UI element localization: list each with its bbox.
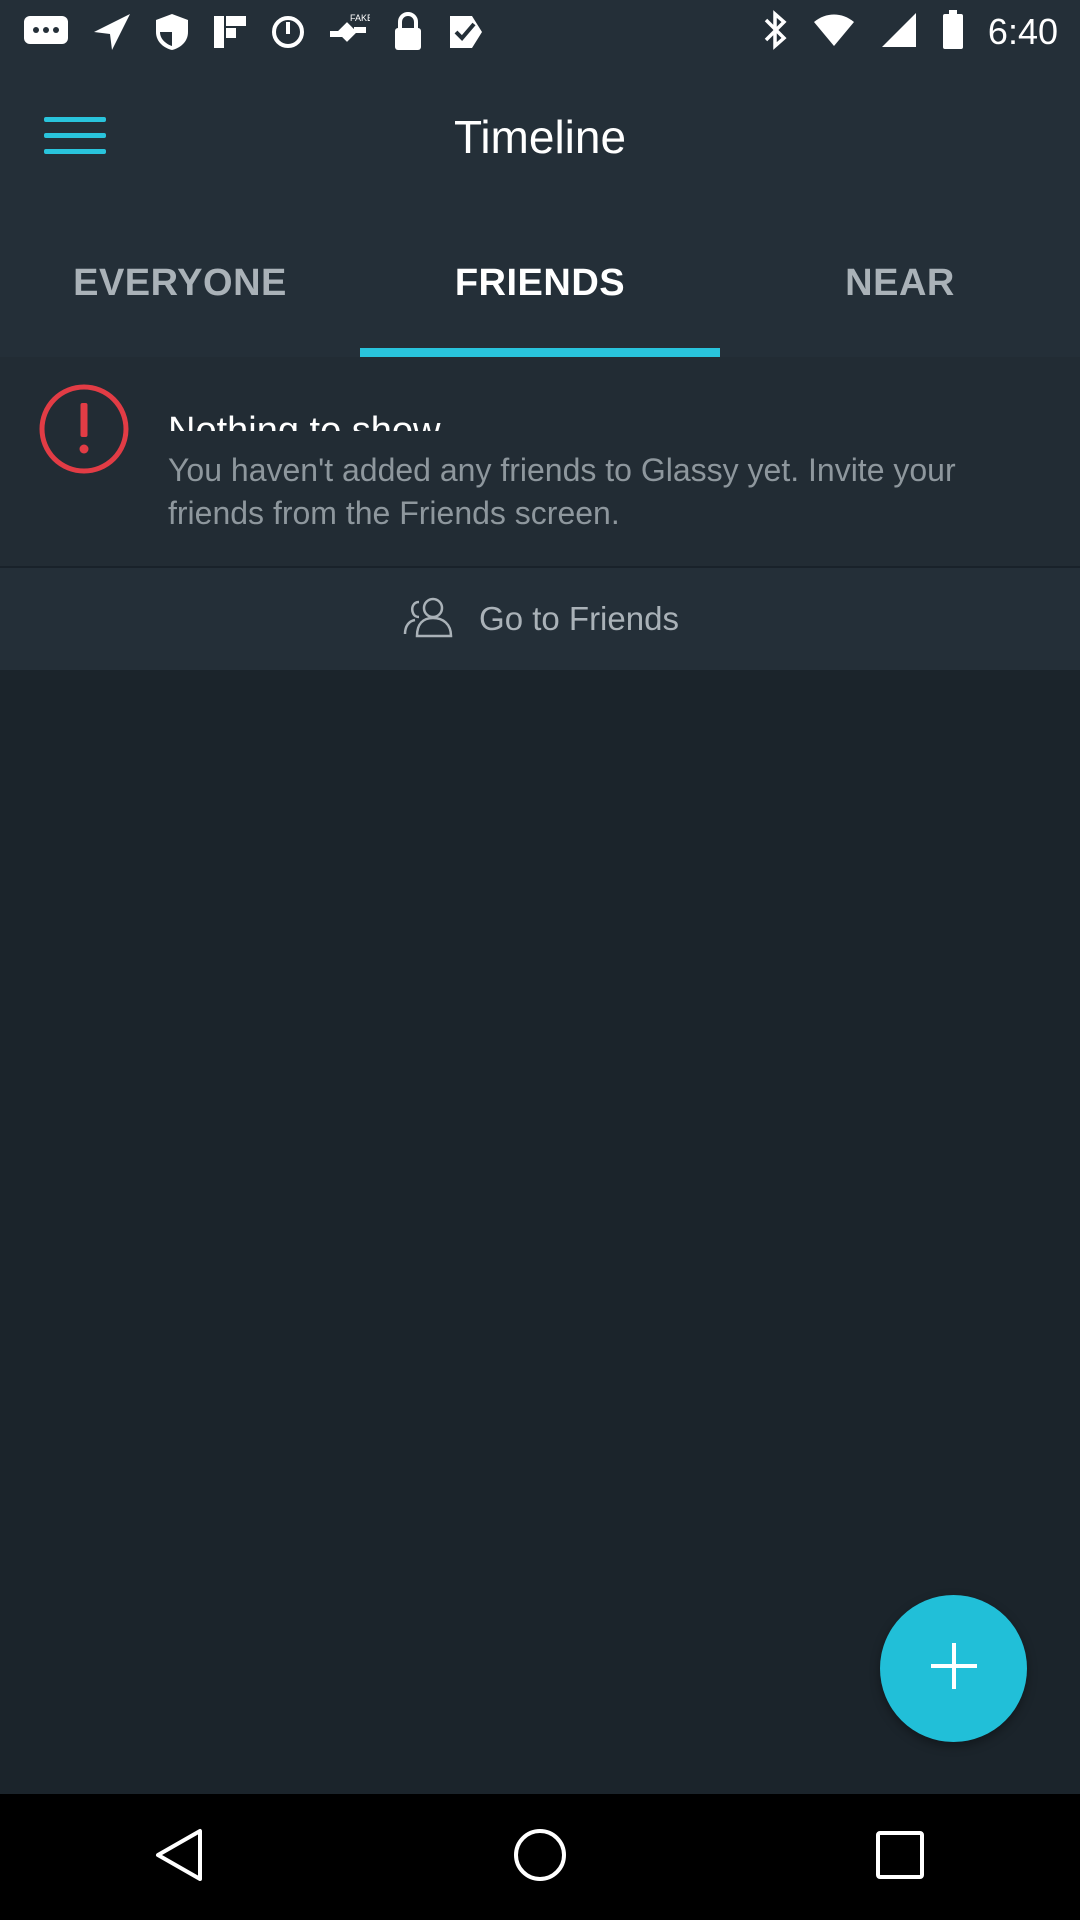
home-icon: [512, 1827, 568, 1888]
svg-text:FAKE: FAKE: [350, 13, 370, 23]
lock-icon: [392, 12, 424, 52]
go-to-friends-button[interactable]: Go to Friends: [0, 568, 1080, 670]
system-icons: 6:40: [762, 8, 1058, 56]
notification-icons: FAKE: [22, 12, 486, 52]
system-nav-bar: [0, 1794, 1080, 1920]
back-icon: [152, 1827, 208, 1888]
recents-icon: [874, 1829, 926, 1886]
tab-near[interactable]: NEAR: [720, 210, 1080, 357]
flipboard-icon: [212, 14, 248, 50]
plus-icon: [929, 1641, 979, 1696]
menu-button[interactable]: [36, 103, 114, 173]
tab-bar: EVERYONE FRIENDS NEAR: [0, 210, 1080, 357]
tab-label: EVERYONE: [73, 262, 287, 304]
tab-friends[interactable]: FRIENDS: [360, 210, 720, 357]
navigation-icon: [92, 12, 132, 52]
menu-icon: [44, 115, 106, 162]
active-tab-indicator: [360, 348, 720, 357]
wifi-icon: [812, 12, 856, 53]
empty-state-card: Nothing to show You haven't added any fr…: [0, 357, 1080, 568]
messages-icon: [22, 14, 70, 50]
recents-button[interactable]: [840, 1807, 960, 1907]
page-title: Timeline: [453, 110, 627, 163]
home-button[interactable]: [480, 1807, 600, 1907]
app-bar: Timeline: [0, 63, 1080, 210]
clock: 6:40: [987, 11, 1058, 52]
data-saver-icon: [270, 14, 306, 50]
shield-icon: [154, 12, 190, 52]
bluetooth-icon: [762, 9, 788, 55]
empty-state-title: Nothing to show: [168, 410, 441, 431]
empty-state-message: You haven't added any friends to Glassy …: [168, 452, 956, 531]
tab-label: NEAR: [845, 262, 955, 304]
check-icon: [446, 12, 486, 52]
tab-label: FRIENDS: [454, 262, 626, 304]
status-bar: FAKE 6:40: [0, 0, 1080, 63]
tab-everyone[interactable]: EVERYONE: [0, 210, 360, 357]
friends-icon: [401, 596, 455, 643]
add-button[interactable]: [880, 1595, 1027, 1742]
alert-icon: [38, 383, 130, 475]
go-to-friends-label: Go to Friends: [479, 600, 679, 637]
back-button[interactable]: [120, 1807, 240, 1907]
fake-gps-icon: FAKE: [328, 11, 370, 53]
battery-icon: [942, 9, 964, 55]
signal-icon: [880, 11, 918, 54]
